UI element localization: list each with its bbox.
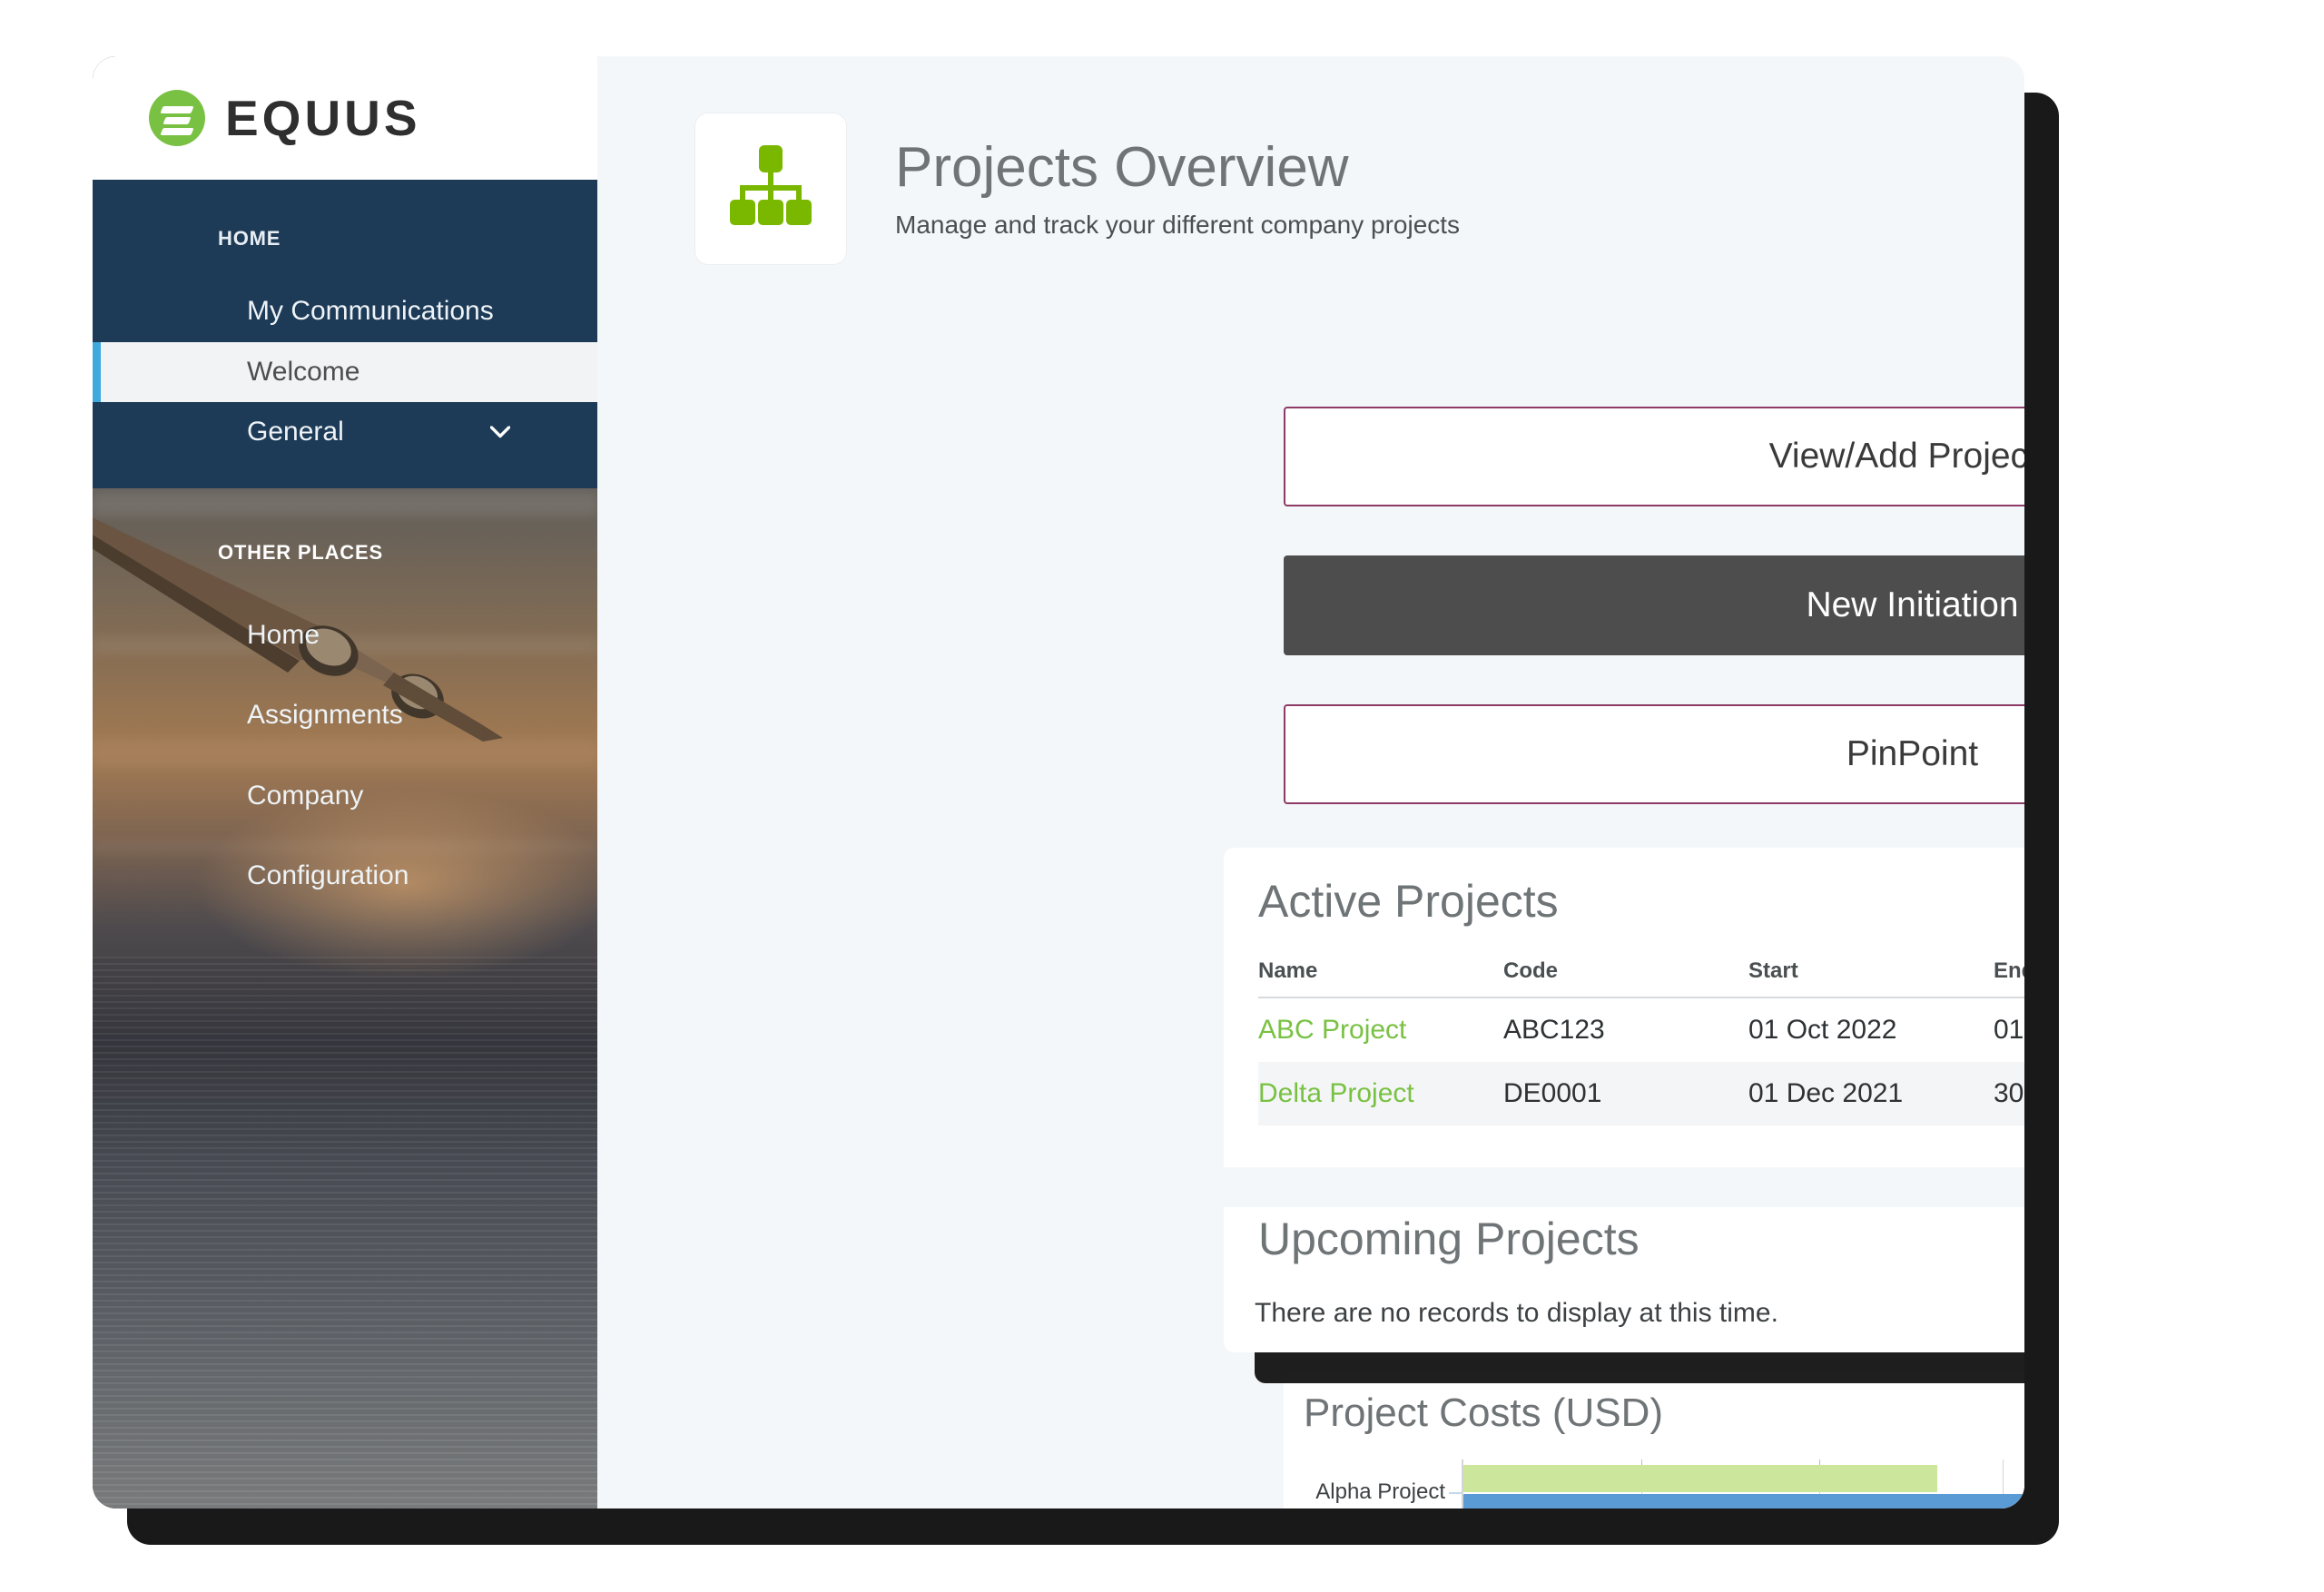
chevron-down-icon [490, 427, 510, 438]
cell-project-end: 30 Nov 2023 [1994, 1062, 2024, 1125]
sidebar-item-assignments[interactable]: Assignments [93, 675, 597, 756]
sidebar-item-general[interactable]: General [93, 402, 597, 463]
cell-project-name[interactable]: Delta Project [1258, 1062, 1503, 1125]
new-initiation-button[interactable]: New Initiation [1284, 555, 2024, 655]
app-window: EQUUS HOME My Communications Welcome Gen… [93, 56, 2024, 1508]
sidebar-nav: HOME My Communications Welcome General [93, 180, 597, 917]
nav-group-title-other-places: OTHER PLACES [93, 541, 597, 565]
nav-group-other-places: OTHER PLACES Home Assignments Company Co… [93, 488, 597, 917]
page-header-texts: Projects Overview Manage and track your … [895, 138, 1460, 239]
sidebar-item-label: Configuration [247, 860, 409, 890]
equus-circle-logo-icon [149, 90, 205, 146]
cell-project-code: DE0001 [1503, 1062, 1748, 1125]
cell-project-start: 01 Dec 2021 [1748, 1062, 1994, 1125]
project-costs-chart: Alpha Project Charlie Project [1284, 1459, 2024, 1508]
column-header-name: Name [1258, 958, 1503, 997]
sidebar: EQUUS HOME My Communications Welcome Gen… [93, 56, 597, 1508]
chart-plot-area [1462, 1459, 2024, 1508]
pinpoint-button[interactable]: PinPoint [1284, 704, 2024, 804]
sidebar-item-label: Welcome [247, 357, 359, 387]
sidebar-item-label: General [247, 417, 344, 447]
page-title: Projects Overview [895, 138, 1460, 197]
table-row[interactable]: ABC Project ABC123 01 Oct 2022 01 Feb 20… [1258, 997, 2024, 1062]
action-button-stack: View/Add Projects New Initiation PinPoin… [1284, 407, 2024, 853]
sidebar-item-home[interactable]: Home [93, 595, 597, 676]
table-row[interactable]: Delta Project DE0001 01 Dec 2021 30 Nov … [1258, 1062, 2024, 1125]
chart-category-label: Alpha Project [1315, 1479, 1445, 1505]
sidebar-item-label: Assignments [247, 700, 403, 730]
column-header-code: Code [1503, 958, 1748, 997]
cell-project-code: ABC123 [1503, 997, 1748, 1062]
nav-group-title-home: HOME [93, 227, 597, 251]
main-content: Projects Overview Manage and track your … [597, 56, 2024, 1508]
sidebar-item-configuration[interactable]: Configuration [93, 836, 597, 917]
org-hierarchy-icon [723, 143, 819, 234]
nav-group-home: HOME My Communications Welcome General [93, 180, 597, 488]
sidebar-item-label: Home [247, 620, 320, 650]
chart-category-labels: Alpha Project Charlie Project [1284, 1459, 1456, 1508]
sidebar-item-label: My Communications [247, 296, 494, 326]
active-projects-table: Name Code Start End Assignees Contact AB… [1258, 958, 2024, 1125]
page-header: Projects Overview Manage and track your … [670, 67, 1934, 310]
page-icon-container [695, 113, 846, 264]
project-costs-title: Project Costs (USD) [1284, 1371, 2024, 1436]
panel-divider [1224, 1167, 2024, 1207]
cell-project-start: 01 Oct 2022 [1748, 997, 1994, 1062]
chart-bar-alpha-budget [1463, 1465, 1937, 1492]
cell-project-name[interactable]: ABC Project [1258, 997, 1503, 1062]
screenshot-root: EQUUS HOME My Communications Welcome Gen… [0, 0, 2324, 1592]
brand-name: EQUUS [225, 89, 421, 147]
sidebar-item-label: Company [247, 781, 363, 811]
upcoming-projects-title: Upcoming Projects [1224, 1207, 2024, 1265]
sidebar-item-welcome[interactable]: Welcome [93, 342, 597, 403]
upcoming-projects-empty-message: There are no records to display at this … [1224, 1265, 2024, 1329]
column-header-end: End [1994, 958, 2024, 997]
upcoming-projects-section: Upcoming Projects There are no records t… [1224, 1207, 2024, 1329]
view-add-projects-button[interactable]: View/Add Projects [1284, 407, 2024, 506]
column-header-start: Start [1748, 958, 1994, 997]
table-header-row: Name Code Start End Assignees Contact [1258, 958, 2024, 997]
page-subtitle: Manage and track your different company … [895, 211, 1460, 240]
sidebar-item-my-communications[interactable]: My Communications [93, 281, 597, 342]
cell-project-end: 01 Feb 2024 [1994, 997, 2024, 1062]
active-projects-title: Active Projects [1224, 848, 2024, 928]
sidebar-item-company[interactable]: Company [93, 756, 597, 837]
chart-bar-alpha-actual [1463, 1494, 2024, 1508]
project-costs-card: Project Costs (USD) Alpha Project Charli… [1284, 1371, 2024, 1508]
brand-header: EQUUS [93, 56, 597, 180]
projects-panel: Active Projects Name Code Start End Assi… [1224, 848, 2024, 1352]
